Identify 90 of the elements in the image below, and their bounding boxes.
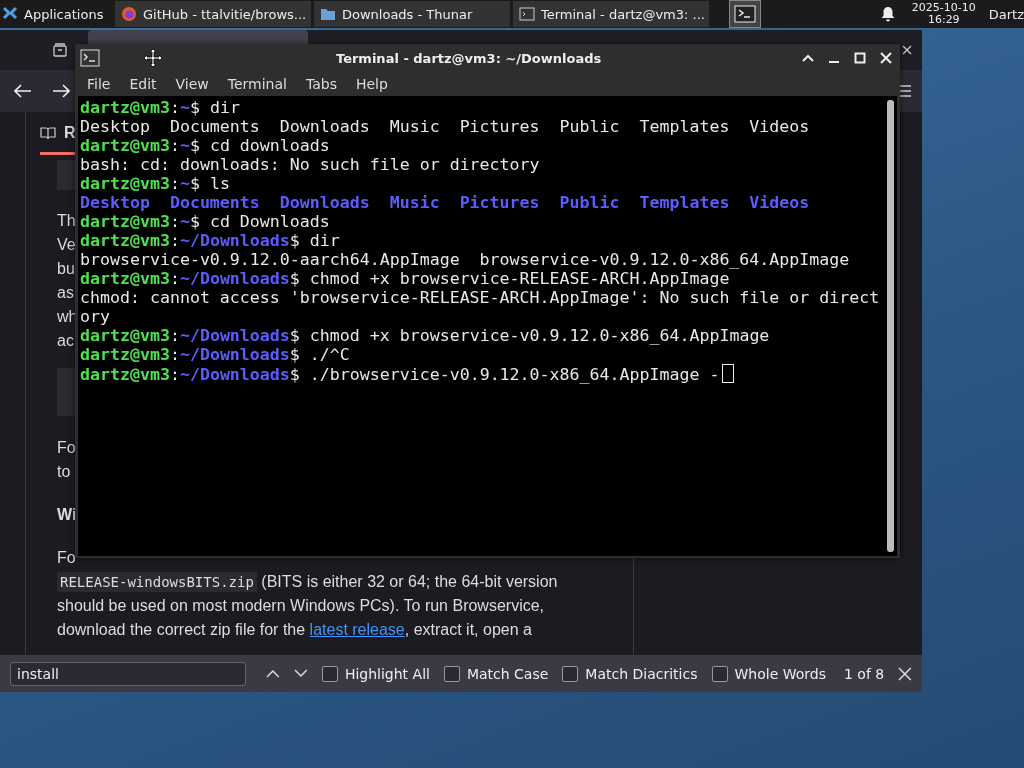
- menu-item[interactable]: Terminal: [227, 76, 287, 92]
- folder-icon: [320, 6, 336, 22]
- checkbox[interactable]: [562, 665, 579, 682]
- prompt-host: dartz@vm3: [80, 212, 170, 231]
- menu-item[interactable]: File: [87, 76, 111, 92]
- find-option[interactable]: Match Case: [443, 665, 549, 682]
- bell-icon[interactable]: [880, 6, 895, 22]
- menu-item[interactable]: View: [175, 76, 209, 92]
- applications-menu[interactable]: Applications: [0, 1, 112, 27]
- terminal-text: $ cd Downloads: [189, 212, 330, 231]
- prompt-path: ~: [179, 174, 190, 193]
- menu-item[interactable]: Tabs: [305, 76, 337, 92]
- chevron-up-icon[interactable]: [266, 669, 281, 678]
- prompt-path: ~/Downloads: [179, 269, 290, 288]
- terminal-text: $ dir: [289, 231, 340, 250]
- menu-item[interactable]: Help: [355, 76, 388, 92]
- prompt-host: dartz@vm3: [80, 98, 170, 117]
- window-title: Terminal - dartz@vm3: ~/Downloads: [336, 50, 602, 66]
- release-link[interactable]: latest release: [309, 621, 405, 638]
- browser-icon: [121, 6, 137, 22]
- prompt-host: dartz@vm3: [80, 269, 170, 288]
- terminal-text: :: [169, 269, 180, 288]
- window-button[interactable]: GitHub - ttalvitie/brows...: [115, 1, 311, 27]
- article-text: Fo to: [57, 438, 76, 482]
- directory-list: Desktop Documents Downloads Music Pictures Public Templates Videos: [80, 193, 810, 212]
- prompt-host: dartz@vm3: [80, 231, 170, 250]
- close-icon[interactable]: [898, 666, 912, 681]
- terminal-text: :: [169, 174, 180, 193]
- terminal-text: $ chmod +x browservice-v0.9.12.0-x86_64.AppImage: [289, 326, 770, 345]
- section-heading: Wi: [57, 506, 77, 524]
- terminal-text: bash: cd: downloads: No such file or directory: [80, 155, 540, 174]
- terminal-text: $ chmod +x browservice-RELEASE-ARCH.AppImage: [289, 269, 730, 288]
- terminal-text: ory: [80, 307, 110, 326]
- terminal-text: :: [169, 365, 180, 384]
- prompt-host: dartz@vm3: [80, 345, 170, 364]
- terminal-text: $ ./^C: [289, 345, 350, 364]
- prompt-host: dartz@vm3: [80, 174, 170, 193]
- terminal-text: :: [169, 136, 180, 155]
- terminal-text: $ ls: [189, 174, 230, 193]
- maximize-icon[interactable]: [854, 52, 866, 64]
- terminal-icon: [734, 5, 756, 23]
- terminal-text: $ cd downloads: [189, 136, 330, 155]
- window-button[interactable]: Downloads - Thunar: [314, 1, 510, 27]
- chevron-down-icon[interactable]: [294, 669, 308, 678]
- terminal-text: :: [169, 231, 180, 250]
- back-arrow-icon[interactable]: [14, 84, 32, 98]
- user-name[interactable]: Dartz: [988, 6, 1024, 22]
- terminal-text: $ ./browservice-v0.9.12.0-x86_64.AppImage -: [289, 365, 720, 384]
- find-field[interactable]: install: [10, 661, 247, 686]
- prompt-host: dartz@vm3: [80, 365, 170, 384]
- checkbox[interactable]: [443, 665, 460, 682]
- prompt-path: ~/Downloads: [179, 231, 290, 250]
- menu-item[interactable]: Edit: [129, 76, 157, 92]
- clock-date: 2025-10-10: [911, 2, 976, 14]
- terminal-text: browservice-v0.9.12.0-aarch64.AppImage browservice-v0.9.12.0-x86_64.AppImage: [80, 250, 850, 269]
- terminal-text: :: [169, 212, 180, 231]
- terminal-text: :: [169, 326, 180, 345]
- find-option[interactable]: Match Diacritics: [562, 665, 698, 682]
- prompt-path: ~: [179, 212, 190, 231]
- tab-list-icon[interactable]: [52, 42, 68, 58]
- move-cursor-icon: [143, 48, 163, 68]
- terminal-icon: [519, 6, 535, 22]
- prompt-path: ~: [179, 98, 190, 117]
- chevron-up-icon[interactable]: [802, 54, 814, 62]
- terminal-text: chmod: cannot access 'browservice-RELEASE-ARCH.AppImage': No such file or direct: [80, 288, 880, 307]
- prompt-path: ~/Downloads: [179, 326, 290, 345]
- prompt-host: dartz@vm3: [80, 136, 170, 155]
- prompt-path: ~/Downloads: [179, 345, 290, 364]
- forward-arrow-icon[interactable]: [52, 84, 70, 98]
- terminal-text: :: [169, 345, 180, 364]
- terminal-launcher[interactable]: [730, 1, 760, 27]
- book-icon: [40, 126, 56, 140]
- find-option[interactable]: Whole Words: [711, 665, 826, 682]
- text-cursor: [722, 364, 735, 383]
- prompt-path: ~/Downloads: [179, 365, 290, 384]
- find-option[interactable]: Highlight All: [321, 665, 430, 682]
- match-count: 1 of 8: [844, 665, 885, 682]
- window-button[interactable]: Terminal - dartz@vm3: ...: [513, 1, 709, 27]
- terminal-text: Desktop Documents Downloads Music Pictures Public Templates Videos: [80, 117, 810, 136]
- terminal-text: $ dir: [189, 98, 240, 117]
- checkbox[interactable]: [321, 665, 338, 682]
- clock-time: 16:29: [927, 14, 960, 26]
- close-icon[interactable]: [902, 45, 912, 55]
- prompt-host: dartz@vm3: [80, 326, 170, 345]
- menu-icon[interactable]: [898, 85, 912, 97]
- scrollbar[interactable]: [887, 100, 894, 552]
- checkbox[interactable]: [711, 665, 728, 682]
- terminal-icon: [80, 49, 100, 67]
- prompt-path: ~: [179, 136, 190, 155]
- terminal-text: :: [169, 98, 180, 117]
